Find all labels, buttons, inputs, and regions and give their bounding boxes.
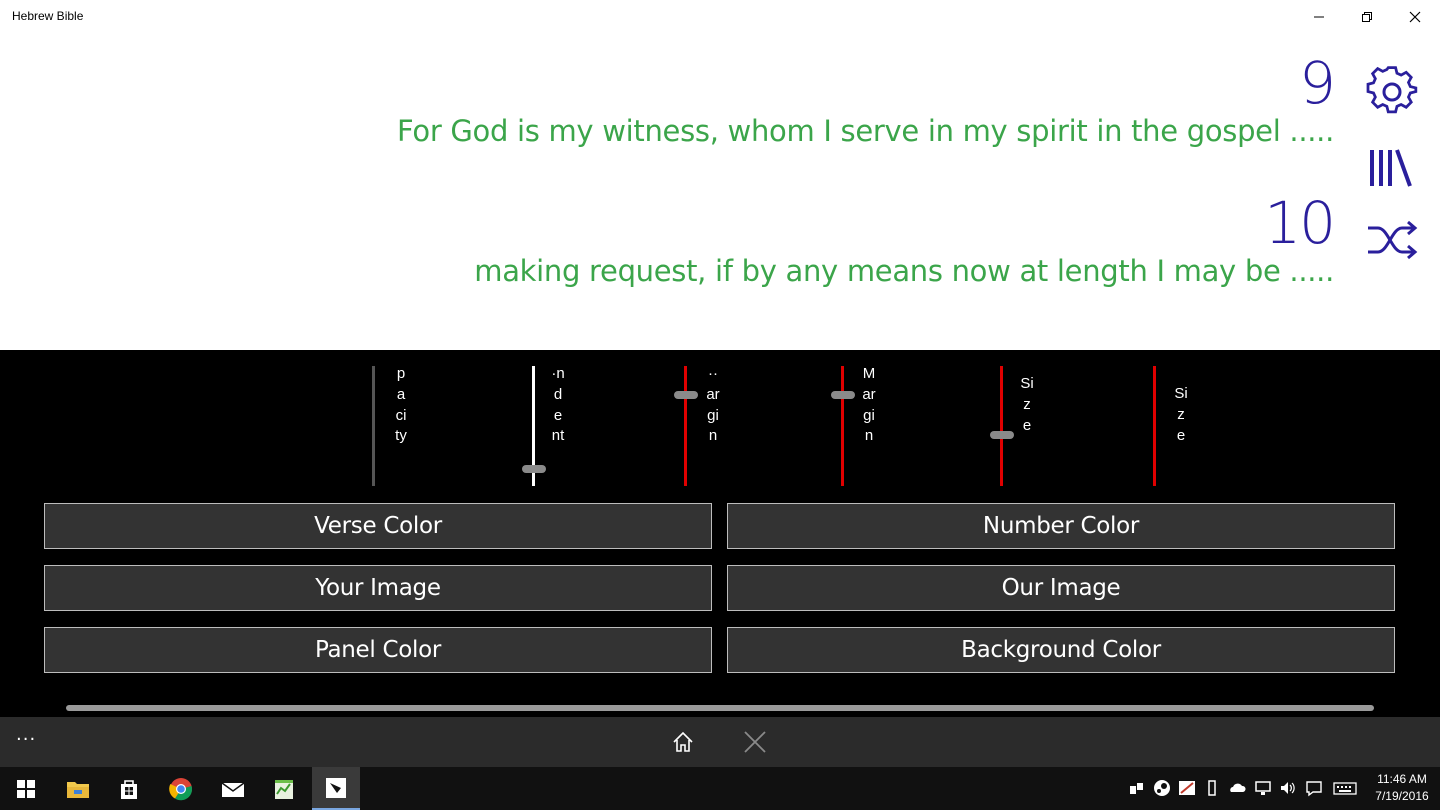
restore-button[interactable]	[1344, 0, 1390, 34]
slider-label: ··argin	[706, 365, 720, 445]
close-button[interactable]	[1392, 0, 1438, 34]
onedrive-icon[interactable]	[1228, 779, 1246, 797]
restore-icon	[1362, 12, 1372, 22]
volume-icon[interactable]	[1279, 779, 1297, 797]
usb-icon[interactable]	[1203, 779, 1221, 797]
home-icon[interactable]	[670, 729, 696, 755]
start-button[interactable]	[2, 767, 50, 810]
clock[interactable]: 11:46 AM 7/19/2016	[1366, 771, 1438, 805]
verse-text: For God is my witness, whom I serve in m…	[397, 114, 1334, 148]
slider-thumb[interactable]	[674, 390, 698, 399]
file-explorer-icon	[67, 781, 89, 798]
verse-number: 10	[1264, 189, 1336, 257]
mail-icon	[221, 781, 245, 797]
window-title: Hebrew Bible	[12, 9, 84, 23]
slider-label: ·ndent	[551, 365, 565, 445]
panel-color-button[interactable]: Panel Color	[44, 627, 712, 673]
background-color-button[interactable]: Background Color	[727, 627, 1395, 673]
hebrew-bible-taskbar-button[interactable]	[312, 767, 360, 810]
our-image-button[interactable]: Our Image	[727, 565, 1395, 611]
opacity-slider[interactable]: pacity	[366, 364, 436, 488]
slider-label: Margin	[862, 365, 876, 445]
settings-panel: pacity ·ndent ··argin Margin Size Size V…	[0, 350, 1440, 717]
slider-track	[684, 366, 687, 486]
taskbar: 11:46 AM 7/19/2016	[0, 767, 1440, 810]
slider-track	[1153, 366, 1156, 486]
indent-slider[interactable]: ·ndent	[520, 364, 590, 488]
your-image-button[interactable]: Your Image	[44, 565, 712, 611]
file-explorer-button[interactable]	[54, 767, 102, 810]
slider-thumb[interactable]	[990, 430, 1014, 439]
shuffle-icon[interactable]	[1366, 214, 1418, 266]
slider-thumb[interactable]	[831, 390, 855, 399]
minimize-button[interactable]	[1296, 0, 1342, 34]
slider-track	[1000, 366, 1003, 486]
number-color-button[interactable]: Number Color	[727, 503, 1395, 549]
title-bar: Hebrew Bible	[0, 0, 1440, 34]
chrome-icon	[169, 777, 193, 800]
slider-label: Size	[1174, 385, 1188, 444]
notification-icon[interactable]	[1305, 779, 1323, 797]
notepad-icon	[275, 779, 293, 799]
verse-margin-slider[interactable]: ··argin	[672, 364, 742, 488]
hebrew-bible-icon	[326, 777, 346, 798]
mail-button[interactable]	[209, 767, 257, 810]
clock-date: 7/19/2016	[1375, 789, 1429, 803]
clock-time: 11:46 AM	[1377, 772, 1427, 786]
slider-label: Size	[1020, 375, 1034, 434]
slider-label: pacity	[395, 365, 407, 445]
library-icon[interactable]	[1366, 142, 1418, 194]
close-icon[interactable]	[742, 729, 768, 755]
chrome-button[interactable]	[157, 767, 205, 810]
slider-track	[841, 366, 844, 486]
verse-number: 9	[1299, 49, 1336, 117]
minimize-icon	[1314, 16, 1324, 18]
nvidia-icon[interactable]	[1178, 779, 1196, 797]
number-margin-slider[interactable]: Margin	[829, 364, 899, 488]
slider-thumb[interactable]	[522, 464, 546, 473]
slider-track	[372, 366, 375, 486]
store-button[interactable]	[105, 767, 153, 810]
verse-area: 9 For God is my witness, whom I serve in…	[0, 34, 1440, 350]
horizontal-scrollbar[interactable]	[66, 705, 1374, 711]
start-icon	[17, 779, 35, 798]
more-button[interactable]: ···	[16, 729, 36, 750]
app-bar: ···	[0, 717, 1440, 767]
close-icon	[1409, 11, 1421, 23]
steam-icon[interactable]	[1153, 779, 1171, 797]
verse-size-slider[interactable]: Size	[988, 364, 1058, 488]
number-size-slider[interactable]: Size	[1141, 364, 1211, 488]
network-icon[interactable]	[1254, 779, 1272, 797]
verse-text: making request, if by any means now at l…	[474, 254, 1334, 288]
gear-icon[interactable]	[1366, 66, 1418, 118]
devices-icon[interactable]	[1128, 779, 1146, 797]
verse-color-button[interactable]: Verse Color	[44, 503, 712, 549]
notepad-button[interactable]	[260, 767, 308, 810]
store-icon	[121, 779, 137, 799]
keyboard-icon[interactable]	[1333, 779, 1357, 797]
